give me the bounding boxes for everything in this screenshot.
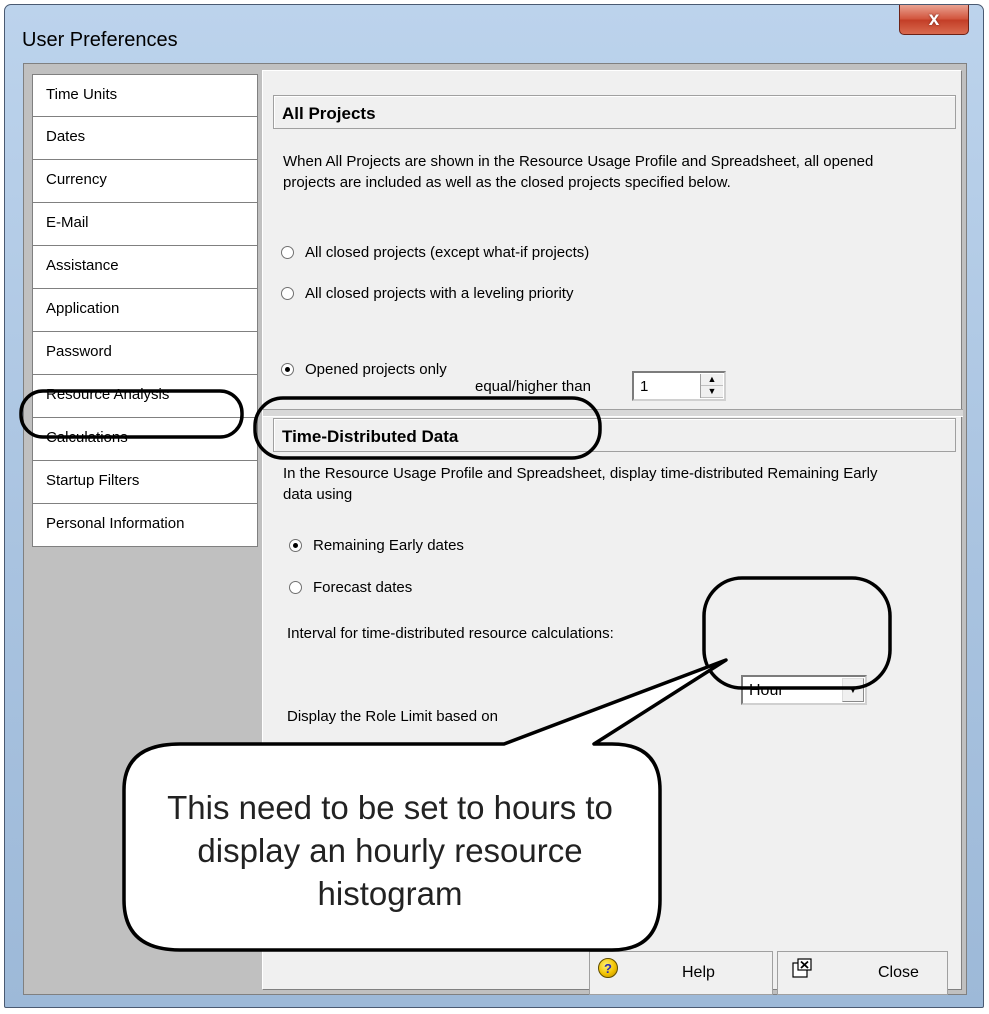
time-distributed-highlight bbox=[253, 396, 602, 460]
callout-text: This need to be set to hours to display … bbox=[167, 789, 613, 912]
resource-analysis-highlight bbox=[19, 389, 244, 439]
interval-highlight bbox=[702, 576, 892, 690]
